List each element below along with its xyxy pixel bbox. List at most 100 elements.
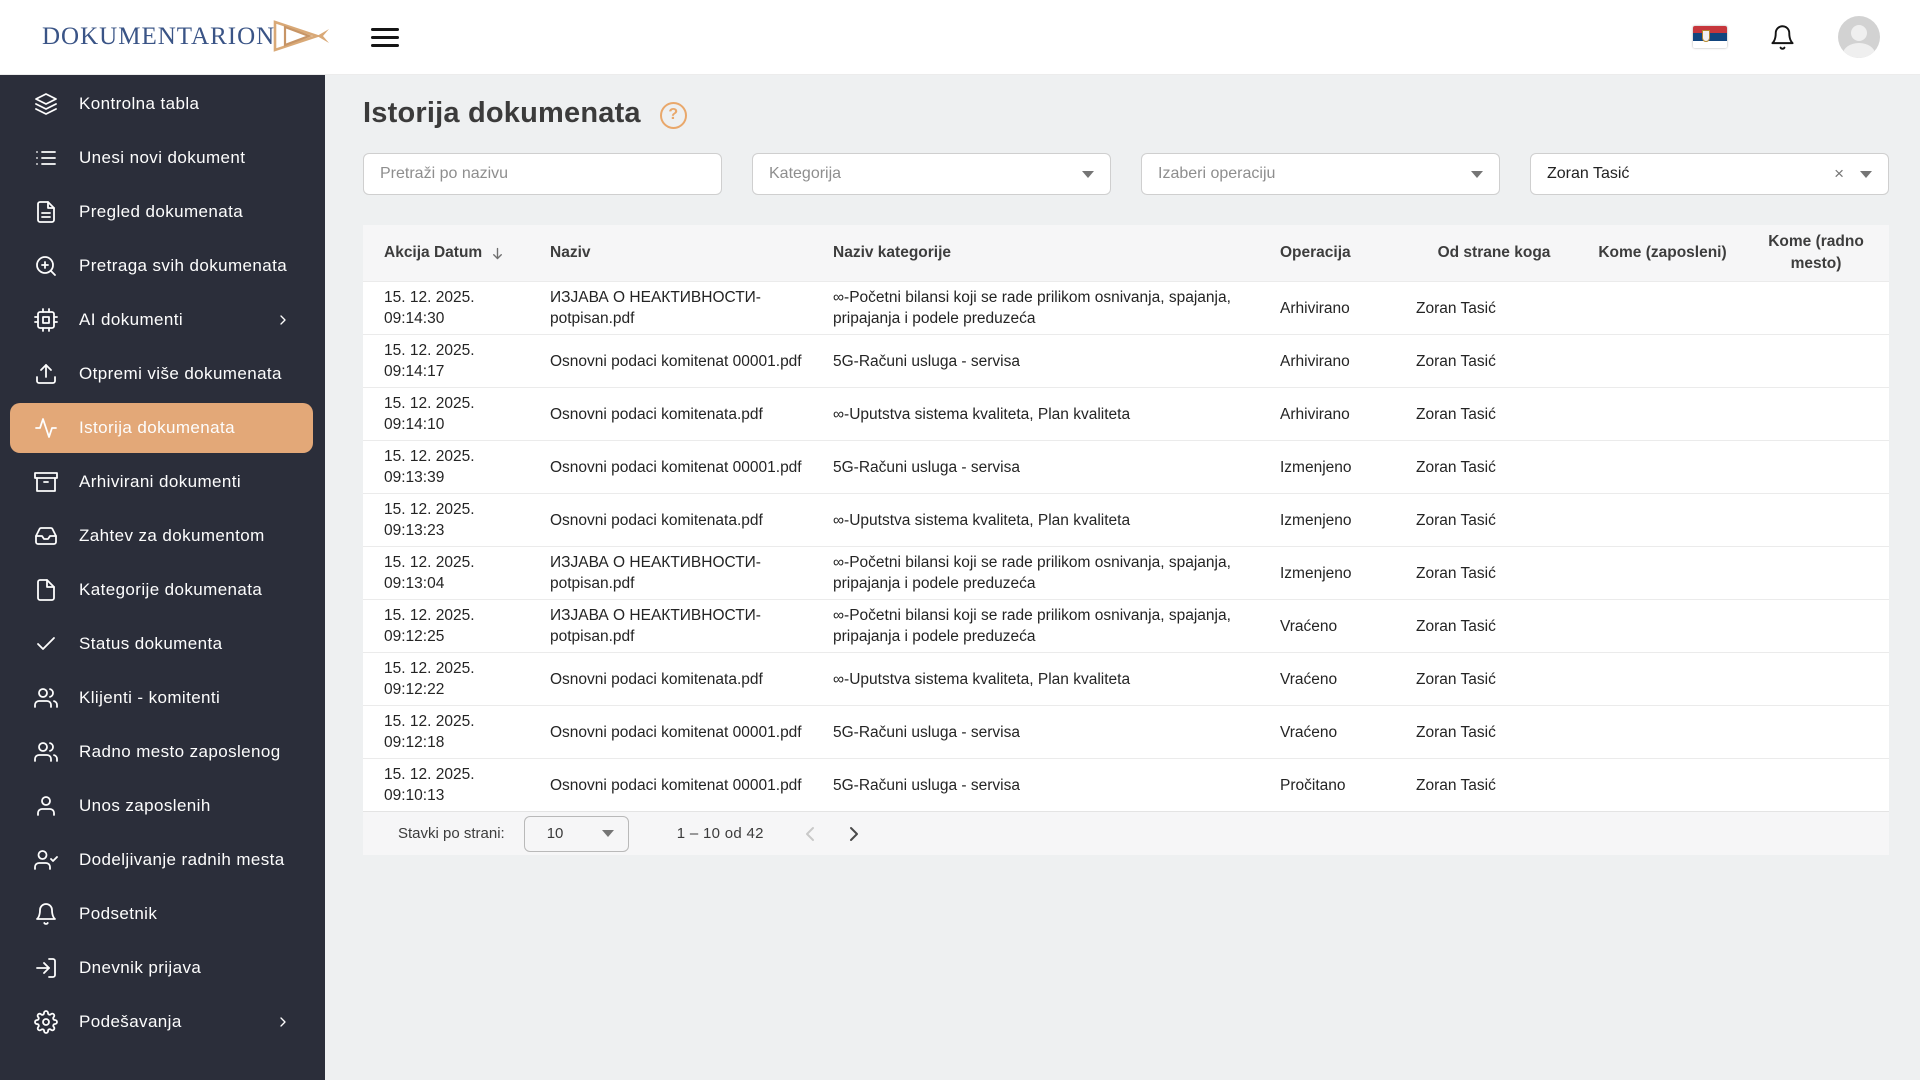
- sidebar-item-label: Dnevnik prijava: [79, 958, 202, 977]
- sidebar-item-arhivirani-dokumenti[interactable]: Arhivirani dokumenti: [0, 455, 325, 509]
- table-row[interactable]: 15. 12. 2025. 09:10:13 Osnovni podaci ko…: [363, 758, 1889, 811]
- language-flag-serbia[interactable]: [1693, 26, 1727, 48]
- person-select-value: Zoran Tasić: [1547, 165, 1630, 182]
- sidebar-item-label: Kategorije dokumenata: [79, 580, 263, 599]
- users-icon: [34, 686, 58, 710]
- cell-operacija: Arhivirano: [1280, 405, 1350, 423]
- sort-descending-icon[interactable]: [490, 246, 505, 261]
- upload-icon: [34, 362, 58, 386]
- next-page-button[interactable]: [842, 822, 866, 846]
- cell-kome-radno-mesto: [1753, 568, 1889, 578]
- table-row[interactable]: 15. 12. 2025. 09:14:10 Osnovni podaci ko…: [363, 387, 1889, 440]
- sidebar-item-podsetnik[interactable]: Podsetnik: [0, 887, 325, 941]
- cell-operacija: Vraćeno: [1280, 617, 1338, 635]
- sidebar-item-klijenti-komitenti[interactable]: Klijenti - komitenti: [0, 671, 325, 725]
- table-row[interactable]: 15. 12. 2025. 09:14:17 Osnovni podaci ko…: [363, 334, 1889, 387]
- table-row[interactable]: 15. 12. 2025. 09:13:23 Osnovni podaci ko…: [363, 493, 1889, 546]
- cell-kome-radno-mesto: [1753, 780, 1889, 790]
- sidebar-item-kontrolna-tabla[interactable]: Kontrolna tabla: [0, 77, 325, 131]
- cell-kome-zaposleni: [1582, 515, 1753, 525]
- sidebar-item-pregled-dokumenata[interactable]: Pregled dokumenata: [0, 185, 325, 239]
- sidebar-item-pode-avanja[interactable]: Podešavanja: [0, 995, 325, 1049]
- cell-naziv: ИЗЈАВА О НЕАКТИВНОСТИ-potpisan.pdf: [550, 607, 761, 645]
- cell-kome-zaposleni: [1582, 727, 1753, 737]
- category-select[interactable]: Kategorija: [752, 153, 1111, 195]
- bell-icon: [34, 902, 58, 926]
- table-row[interactable]: 15. 12. 2025. 09:12:25 ИЗЈАВА О НЕАКТИВН…: [363, 599, 1889, 652]
- sidebar-item-unesi-novi-dokument[interactable]: Unesi novi dokument: [0, 131, 325, 185]
- sidebar-item-label: Pretraga svih dokumenata: [79, 256, 288, 275]
- cell-od-strane-koga: Zoran Tasić: [1416, 511, 1496, 529]
- table-row[interactable]: 15. 12. 2025. 09:12:18 Osnovni podaci ko…: [363, 705, 1889, 758]
- sidebar-item-kategorije-dokumenata[interactable]: Kategorije dokumenata: [0, 563, 325, 617]
- user-icon: [34, 794, 58, 818]
- main-content: Istorija dokumenata ? Kategorija Izaberi…: [325, 75, 1920, 855]
- chevron-down-icon: [601, 830, 614, 837]
- cell-operacija: Arhivirano: [1280, 299, 1350, 317]
- items-per-page-select[interactable]: 10: [523, 815, 629, 852]
- sidebar-item-label: Podsetnik: [79, 904, 158, 923]
- previous-page-button[interactable]: [798, 822, 822, 846]
- sidebar-item-radno-mesto-zaposlenog[interactable]: Radno mesto zaposlenog: [0, 725, 325, 779]
- column-header-kome-zaposleni[interactable]: Kome (zaposleni): [1582, 236, 1753, 270]
- chevron-right-icon: [275, 312, 291, 328]
- history-table: Akcija Datum Naziv Naziv kategorije Oper…: [363, 225, 1889, 855]
- cell-kategorija: 5G-Računi usluga - servisa: [833, 352, 1020, 370]
- cell-od-strane-koga: Zoran Tasić: [1416, 670, 1496, 688]
- sidebar-item-otpremi-vi-e-dokumenata[interactable]: Otpremi više dokumenata: [0, 347, 325, 401]
- sidebar-item-zahtev-za-dokumentom[interactable]: Zahtev za dokumentom: [0, 509, 325, 563]
- help-icon[interactable]: ?: [659, 101, 687, 129]
- column-header-operacija[interactable]: Operacija: [1280, 236, 1416, 270]
- sidebar-item-label: Arhivirani dokumenti: [79, 472, 242, 491]
- chevron-down-icon: [1471, 170, 1483, 178]
- sidebar-item-dodeljivanje-radnih-mesta[interactable]: Dodeljivanje radnih mesta: [0, 833, 325, 887]
- cell-kome-zaposleni: [1582, 621, 1753, 631]
- search-input[interactable]: [380, 165, 705, 183]
- user-avatar[interactable]: [1838, 16, 1880, 58]
- filters-bar: Kategorija Izaberi operaciju Zoran Tasić…: [363, 153, 1889, 195]
- column-header-akcija-datum[interactable]: Akcija Datum: [363, 236, 550, 270]
- operation-placeholder: Izaberi operaciju: [1158, 165, 1276, 182]
- column-header-naziv-kategorije[interactable]: Naziv kategorije: [833, 236, 1280, 270]
- table-row[interactable]: 15. 12. 2025. 09:13:04 ИЗЈАВА О НЕАКТИВН…: [363, 546, 1889, 599]
- cell-kategorija: ∞-Početni bilansi koji se rade prilikom …: [833, 289, 1231, 327]
- sidebar-item-dnevnik-prijava[interactable]: Dnevnik prijava: [0, 941, 325, 995]
- notifications-bell-icon[interactable]: [1769, 24, 1796, 51]
- cell-date: 15. 12. 2025.: [384, 395, 475, 412]
- sidebar-item-pretraga-svih-dokumenata[interactable]: Pretraga svih dokumenata: [0, 239, 325, 293]
- chevron-down-icon: [1082, 170, 1094, 178]
- clear-selection-icon[interactable]: ×: [1834, 164, 1844, 184]
- column-header-od-strane-koga[interactable]: Od strane koga: [1416, 236, 1582, 270]
- cell-time: 09:13:23: [384, 522, 445, 539]
- layers-icon: [34, 92, 58, 116]
- table-row[interactable]: 15. 12. 2025. 09:13:39 Osnovni podaci ko…: [363, 440, 1889, 493]
- search-by-name-field[interactable]: [363, 153, 722, 195]
- search-plus-icon: [34, 254, 58, 278]
- activity-icon: [34, 416, 58, 440]
- cell-kome-zaposleni: [1582, 409, 1753, 419]
- cell-kategorija: ∞-Uputstva sistema kvaliteta, Plan kvali…: [833, 511, 1131, 529]
- file-icon: [34, 578, 58, 602]
- sidebar-item-label: Status dokumenta: [79, 634, 223, 653]
- sidebar-item-ai-dokumenti[interactable]: AI dokumenti: [0, 293, 325, 347]
- sidebar-item-status-dokumenta[interactable]: Status dokumenta: [0, 617, 325, 671]
- column-header-naziv[interactable]: Naziv: [550, 236, 833, 270]
- cell-date: 15. 12. 2025.: [384, 501, 475, 518]
- cell-date: 15. 12. 2025.: [384, 713, 475, 730]
- cell-kome-zaposleni: [1582, 568, 1753, 578]
- cell-kome-zaposleni: [1582, 303, 1753, 313]
- table-row[interactable]: 15. 12. 2025. 09:12:22 Osnovni podaci ko…: [363, 652, 1889, 705]
- app-logo[interactable]: DOKUMENTARION: [0, 14, 330, 61]
- table-row[interactable]: 15. 12. 2025. 09:14:30 ИЗЈАВА О НЕАКТИВН…: [363, 281, 1889, 334]
- person-select[interactable]: Zoran Tasić ×: [1530, 153, 1889, 195]
- menu-toggle-button[interactable]: [371, 25, 401, 49]
- sidebar-item-unos-zaposlenih[interactable]: Unos zaposlenih: [0, 779, 325, 833]
- operation-select[interactable]: Izaberi operaciju: [1141, 153, 1500, 195]
- chevron-down-icon: [1860, 170, 1872, 178]
- cell-kategorija: ∞-Uputstva sistema kvaliteta, Plan kvali…: [833, 670, 1131, 688]
- cell-operacija: Izmenjeno: [1280, 458, 1352, 476]
- sidebar-item-label: Dodeljivanje radnih mesta: [79, 850, 285, 869]
- sidebar-item-istorija-dokumenata[interactable]: Istorija dokumenata: [10, 403, 313, 453]
- column-header-kome-radno-mesto[interactable]: Kome (radno mesto): [1753, 225, 1889, 281]
- cell-kome-radno-mesto: [1753, 303, 1889, 313]
